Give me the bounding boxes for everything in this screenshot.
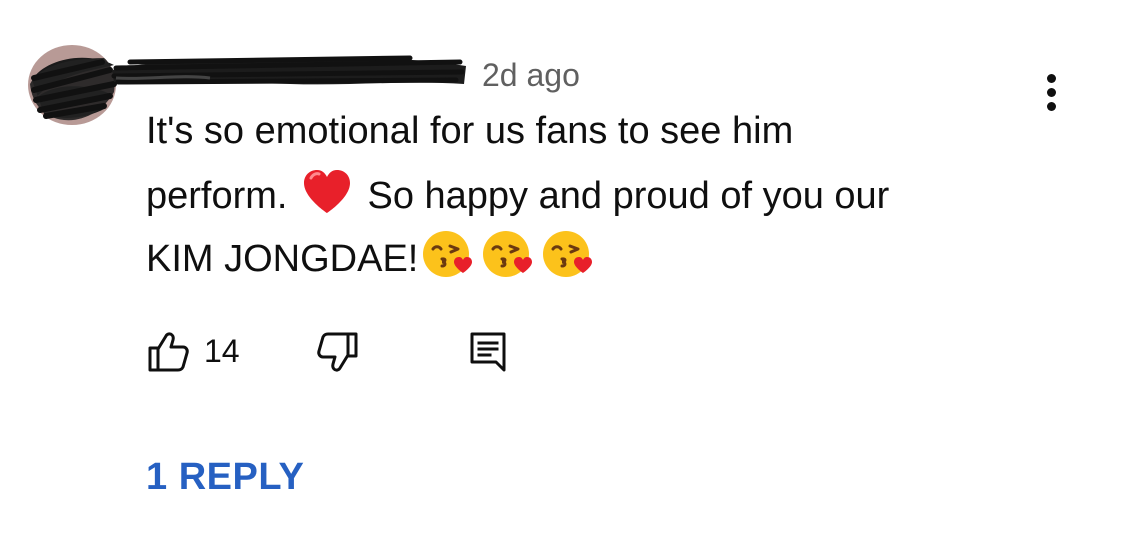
more-options-button[interactable] (1034, 66, 1070, 114)
vertical-ellipsis-icon-dot (1047, 88, 1056, 97)
comment-text: It's so emotional for us fans to see him (146, 110, 794, 152)
comment-text-line: It's so emotional for us fans to see him (146, 108, 793, 154)
face-blowing-a-kiss-emoji (543, 231, 593, 277)
comment-text: KIM JONGDAE! (146, 238, 419, 280)
comment-timestamp: 2d ago (482, 57, 580, 93)
username-redacted[interactable] (110, 50, 470, 94)
thumbs-down-icon[interactable] (316, 330, 360, 374)
comment-thread: 2d ago It's so emotional for us fans to … (0, 0, 1125, 548)
vertical-ellipsis-icon (1047, 74, 1056, 83)
view-replies-link[interactable]: 1 REPLY (146, 455, 304, 499)
comment-text-line: KIM JONGDAE! (146, 229, 598, 282)
comment-text: perform. (146, 175, 288, 217)
red-heart-emoji (304, 170, 351, 213)
face-blowing-a-kiss-emoji (483, 231, 533, 277)
avatar[interactable] (24, 40, 120, 130)
thumbs-up-icon[interactable] (146, 330, 190, 374)
vertical-ellipsis-icon-dot (1047, 102, 1056, 111)
comment-icon[interactable] (466, 330, 510, 374)
face-blowing-a-kiss-emoji (423, 231, 473, 277)
comment-text: So happy and proud of you our (367, 175, 890, 217)
like-count: 14 (204, 333, 240, 369)
comment-text-line: perform. So happy and proud of you our (146, 168, 889, 219)
